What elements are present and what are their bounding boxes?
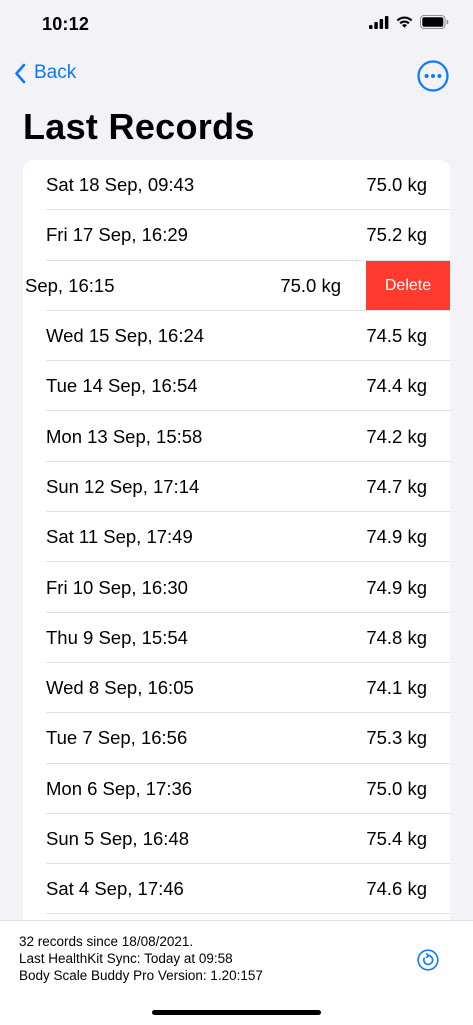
sync-circle-icon[interactable] xyxy=(417,949,439,971)
record-date: Sep, 16:15 xyxy=(25,274,115,296)
record-row[interactable]: Thu 9 Sep, 15:54 74.8 kg xyxy=(23,612,450,664)
navigation-bar: Back xyxy=(0,56,473,100)
record-weight: 74.5 kg xyxy=(366,325,427,347)
record-weight: 74.9 kg xyxy=(366,526,427,548)
record-weight: 75.0 kg xyxy=(366,174,427,196)
record-date: Sun 12 Sep, 17:14 xyxy=(46,475,200,497)
record-weight: 74.7 kg xyxy=(366,475,427,497)
app-version: Body Scale Buddy Pro Version: 1.20:157 xyxy=(19,968,263,983)
record-weight: 74.1 kg xyxy=(366,677,427,699)
record-date: Tue 14 Sep, 16:54 xyxy=(46,375,198,397)
record-date: Tue 7 Sep, 16:56 xyxy=(46,727,188,749)
status-icons xyxy=(369,15,449,29)
record-weight: 74.8 kg xyxy=(366,626,427,648)
record-row[interactable]: Sat 11 Sep, 17:49 74.9 kg xyxy=(23,512,450,563)
record-weight: 74.9 kg xyxy=(366,576,427,598)
record-row[interactable]: Sat 18 Sep, 09:43 75.0 kg xyxy=(23,160,450,211)
record-row-swiped[interactable]: Sep, 16:15 75.0 kg Delete xyxy=(23,260,450,311)
status-time: 10:12 xyxy=(42,14,90,34)
home-indicator[interactable] xyxy=(152,1010,321,1015)
record-date: Sat 4 Sep, 17:46 xyxy=(46,878,184,900)
record-date: Thu 9 Sep, 15:54 xyxy=(46,626,188,648)
record-date: Wed 8 Sep, 16:05 xyxy=(46,677,194,699)
back-button[interactable]: Back xyxy=(14,62,76,84)
record-date: Fri 17 Sep, 16:29 xyxy=(46,224,188,246)
record-row[interactable]: Sun 12 Sep, 17:14 74.7 kg xyxy=(23,461,450,513)
record-date: Sun 5 Sep, 16:48 xyxy=(46,828,189,849)
cellular-signal-icon xyxy=(369,15,389,29)
record-row[interactable]: Sat 4 Sep, 17:46 74.6 kg xyxy=(23,864,450,915)
record-date: Fri 10 Sep, 16:30 xyxy=(46,576,188,598)
record-row[interactable]: Fri 10 Sep, 16:30 74.9 kg xyxy=(23,562,450,613)
record-date: Sat 18 Sep, 09:43 xyxy=(46,174,195,196)
battery-icon xyxy=(420,15,449,29)
records-list[interactable]: Sat 18 Sep, 09:43 75.0 kg Fri 17 Sep, 16… xyxy=(23,160,450,920)
record-weight: 74.2 kg xyxy=(366,425,427,447)
delete-button[interactable]: Delete xyxy=(366,260,450,311)
footer-info: 32 records since 18/08/2021. Last Health… xyxy=(19,933,263,984)
record-row[interactable]: Tue 14 Sep, 16:54 74.4 kg xyxy=(23,361,450,412)
last-sync-text: Last HealthKit Sync: Today at 09:58 xyxy=(19,951,233,966)
record-weight: 75.0 kg xyxy=(280,274,341,296)
record-row[interactable]: Mon 13 Sep, 15:58 74.2 kg xyxy=(23,411,450,463)
record-row[interactable]: Mon 6 Sep, 17:36 75.0 kg xyxy=(23,763,450,815)
record-date: Sat 11 Sep, 17:49 xyxy=(46,526,193,548)
record-weight: 74.4 kg xyxy=(366,375,427,397)
record-weight: 75.2 kg xyxy=(366,224,427,246)
record-weight: 74.6 kg xyxy=(366,878,427,900)
record-row[interactable]: Sun 5 Sep, 16:48 75.4 kg xyxy=(23,813,450,865)
footer: 32 records since 18/08/2021. Last Health… xyxy=(0,920,473,1025)
record-row[interactable]: Wed 15 Sep, 16:24 74.5 kg xyxy=(23,310,450,362)
record-weight: 75.3 kg xyxy=(366,727,427,749)
record-date: Mon 13 Sep, 15:58 xyxy=(46,425,203,447)
status-bar: 10:12 xyxy=(0,0,473,50)
back-label: Back xyxy=(34,62,77,83)
record-row[interactable]: Fri 17 Sep, 16:29 75.2 kg xyxy=(23,210,450,261)
record-weight: 75.4 kg xyxy=(366,828,427,849)
wifi-icon xyxy=(396,16,413,28)
record-row[interactable]: Wed 8 Sep, 16:05 74.1 kg xyxy=(23,662,450,714)
chevron-left-icon xyxy=(15,63,26,83)
swiped-row-content[interactable]: Sep, 16:15 75.0 kg xyxy=(23,275,365,297)
record-weight: 75.0 kg xyxy=(366,777,427,799)
page-title: Last Records xyxy=(23,106,255,147)
record-row[interactable]: Tue 7 Sep, 16:56 75.3 kg xyxy=(23,713,450,764)
record-date: Mon 6 Sep, 17:36 xyxy=(46,777,193,799)
record-date: Wed 15 Sep, 16:24 xyxy=(46,325,205,347)
records-summary: 32 records since 18/08/2021. xyxy=(19,934,194,949)
ellipsis-circle-icon[interactable] xyxy=(417,60,449,92)
